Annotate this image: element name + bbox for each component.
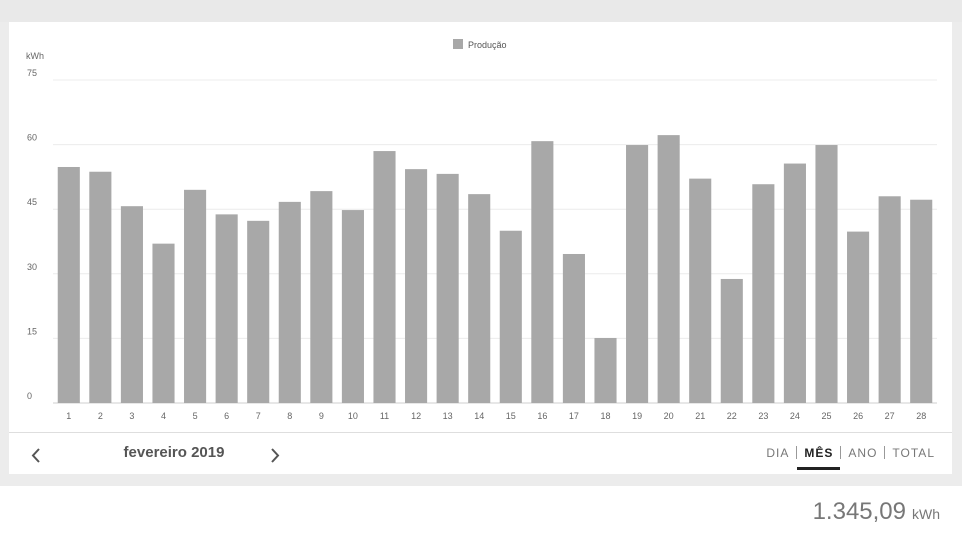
period-label: fevereiro 2019 (123, 444, 225, 461)
tab-month[interactable]: MÊS (797, 442, 841, 470)
bar-day-5 (184, 189, 207, 403)
bar-day-17 (562, 253, 585, 403)
x-tick-label: 2 (98, 411, 103, 421)
bar-day-26 (847, 231, 870, 403)
bar-day-27 (878, 196, 901, 403)
chart-card: 0 15 30 45 60 75 kWh Produção 1 2 3 4 5 6 7 8 9 10 11 12 13 1… (9, 22, 952, 474)
y-tick-label: 75 (27, 68, 37, 78)
bar-day-9 (310, 191, 333, 403)
x-tick-label: 9 (319, 411, 324, 421)
previous-period-button[interactable] (21, 440, 51, 470)
top-bar (0, 0, 962, 22)
bar-day-7 (247, 220, 270, 403)
total-unit: kWh (912, 506, 940, 522)
bar-day-3 (120, 206, 143, 403)
bar-day-19 (626, 145, 649, 403)
x-tick-label: 16 (537, 411, 547, 421)
chart-divider (9, 432, 952, 433)
y-tick-label: 15 (27, 326, 37, 336)
x-tick-label: 14 (474, 411, 484, 421)
x-tick-label: 20 (664, 411, 674, 421)
x-tick-label: 26 (853, 411, 863, 421)
x-tick-label: 13 (443, 411, 453, 421)
x-tick-label: 23 (758, 411, 768, 421)
bar-day-22 (720, 278, 743, 403)
bar-day-23 (752, 184, 775, 403)
next-period-button[interactable] (260, 440, 290, 470)
bar-day-21 (689, 178, 712, 403)
y-tick-label: 30 (27, 262, 37, 272)
bar-day-4 (152, 243, 175, 403)
x-tick-label: 27 (885, 411, 895, 421)
x-tick-label: 7 (256, 411, 261, 421)
bar-day-15 (499, 230, 522, 403)
bar-day-12 (405, 169, 428, 403)
tab-day[interactable]: DIA (759, 442, 796, 469)
bar-day-2 (89, 171, 112, 403)
bar-day-10 (341, 210, 364, 403)
x-tick-label: 17 (569, 411, 579, 421)
tab-year[interactable]: ANO (841, 442, 884, 469)
x-tick-label: 24 (790, 411, 800, 421)
x-tick-label: 12 (411, 411, 421, 421)
y-axis-label: kWh (26, 51, 44, 61)
bar-day-24 (783, 163, 806, 403)
bar-day-25 (815, 145, 838, 403)
total-production: 1.345,09 kWh (813, 498, 940, 526)
period-tabs: DIA MÊS ANO TOTAL (759, 442, 942, 470)
bar-day-8 (278, 201, 301, 403)
bar-day-1 (57, 166, 80, 403)
x-tick-label: 15 (506, 411, 516, 421)
bar-day-11 (373, 151, 396, 403)
x-tick-label: 10 (348, 411, 358, 421)
bar-day-6 (215, 214, 238, 403)
x-tick-label: 19 (632, 411, 642, 421)
x-tick-label: 25 (821, 411, 831, 421)
chevron-left-icon (31, 448, 40, 463)
chevron-right-icon (271, 448, 280, 463)
x-tick-label: 8 (287, 411, 292, 421)
tab-total[interactable]: TOTAL (885, 442, 942, 469)
x-tick-label: 11 (380, 411, 389, 421)
total-value: 1.345,09 (812, 498, 906, 525)
x-tick-label: 22 (727, 411, 737, 421)
y-tick-label: 45 (27, 197, 37, 207)
y-tick-label: 60 (27, 133, 37, 143)
bar-day-18 (594, 337, 617, 403)
y-tick-label: 0 (27, 391, 32, 401)
x-tick-label: 6 (224, 411, 229, 421)
bar-day-13 (436, 173, 459, 403)
bar-day-20 (657, 135, 680, 403)
x-tick-label: 3 (129, 411, 134, 421)
x-tick-label: 4 (161, 411, 166, 421)
bar-day-28 (910, 199, 933, 403)
legend-swatch (453, 39, 463, 49)
bar-day-14 (468, 194, 491, 403)
x-tick-label: 5 (193, 411, 198, 421)
production-bar-chart: 01530456075kWhProdução1 2 3 4 5 6 7 8 9 10 11 12 13 1… (26, 39, 937, 421)
bar-day-16 (531, 141, 554, 403)
x-tick-label: 21 (695, 411, 705, 421)
x-tick-label: 18 (600, 411, 610, 421)
legend-label: Produção (468, 40, 507, 50)
x-tick-label: 1 (66, 411, 71, 421)
x-tick-label: 28 (916, 411, 926, 421)
